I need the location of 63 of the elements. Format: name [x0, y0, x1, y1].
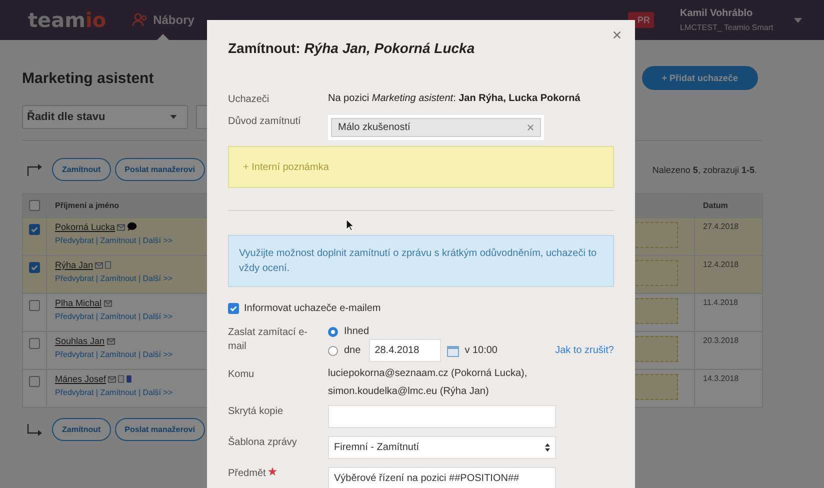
help-link[interactable]: Jak to zrušit?	[555, 345, 614, 356]
candidate-name-link[interactable]: Mánes Josef	[55, 374, 106, 384]
field-label: Skrytá kopie	[228, 405, 284, 419]
field-label: Komu	[228, 368, 256, 382]
caret-icon[interactable]	[794, 18, 802, 22]
nav-tab[interactable]: Nábory	[132, 0, 194, 40]
checkbox-label: Informovat uchazeče e-mailem	[244, 303, 381, 314]
row-checkbox[interactable]	[29, 338, 40, 349]
account-name: LMCTEST_ Teamio Smart	[680, 23, 774, 32]
info-message: Využijte možnost doplnit zamítnutí o zprávu s krátkým odůvodněním, uchazeči to vždy ocení.	[228, 235, 614, 287]
field-label: Šablona zprávy	[228, 436, 298, 450]
row-checkbox[interactable]	[29, 376, 40, 387]
radio-label: Ihned	[344, 326, 370, 337]
date-cell: 11.4.2018	[694, 294, 762, 331]
close-icon[interactable]	[613, 31, 621, 39]
recipient-text: luciepokorna@seznaam.cz (Pokorná Lucka),	[328, 368, 528, 379]
recipient-text: simon.koudelka@lmc.eu (Rýha Jan)	[328, 386, 490, 397]
template-select[interactable]: Firemní - Zamítnutí	[328, 436, 556, 459]
radio-button[interactable]	[328, 346, 338, 356]
remove-icon[interactable]	[527, 124, 534, 131]
bulk-action-button[interactable]: Zamítnout	[52, 418, 111, 441]
row-checkbox[interactable]	[29, 224, 40, 235]
field-label: Důvod zamítnutí	[228, 115, 302, 129]
field-label: Zaslat zamítací e-mail	[228, 326, 308, 354]
sort-arrows-icon	[545, 443, 550, 452]
subject-field[interactable]: Výběrové řízení na pozici ##POSITION##	[328, 467, 556, 488]
page-title: Marketing asistent	[22, 70, 154, 86]
candidates-text: Na pozici Marketing asistent: Jan Rýha, Lucka Pokorná	[328, 93, 580, 104]
people-icon	[132, 12, 148, 28]
add-candidate-button[interactable]: + Přidat uchazeče	[642, 66, 758, 90]
bulk-action-button[interactable]: Poslat manažerovi	[114, 158, 205, 181]
notify-checkbox[interactable]	[228, 303, 239, 314]
arrow-icon	[26, 164, 42, 176]
select-all-checkbox[interactable]	[29, 200, 40, 211]
tag-label: Málo zkušeností	[338, 122, 410, 133]
internal-note-button[interactable]: + Interní poznámka	[228, 146, 614, 188]
candidate-name-link[interactable]: Plha Michal	[55, 298, 102, 308]
date-cell: 14.3.2018	[694, 370, 762, 407]
user-name[interactable]: Kamil Vohráblo	[680, 8, 788, 19]
calendar-icon[interactable]	[446, 344, 459, 356]
bulk-action-button[interactable]: Poslat manažerovi	[114, 418, 205, 441]
logo[interactable]: teamio	[28, 8, 106, 32]
date-field[interactable]: 28.4.2018	[368, 339, 441, 362]
row-checkbox[interactable]	[29, 262, 40, 273]
dialog-title: Zamítnout: Rýha Jan, Pokorná Lucka	[228, 40, 476, 56]
sort-select[interactable]: Řadit dle stavu	[22, 105, 188, 129]
candidate-name-link[interactable]: Rýha Jan	[55, 260, 94, 270]
time-text: v 10:00	[464, 345, 498, 356]
radio-label: dne	[344, 345, 361, 356]
radio-button[interactable]	[328, 326, 338, 336]
date-cell: 12.4.2018	[694, 256, 762, 293]
row-checkbox[interactable]	[29, 300, 40, 311]
candidate-name-link[interactable]: Pokorná Lucka	[55, 222, 116, 232]
field-label: Předmět	[228, 467, 266, 481]
candidate-name-link[interactable]: Souhlas Jan	[55, 336, 105, 346]
mouse-cursor-icon	[346, 219, 354, 231]
arrow-icon	[26, 424, 42, 436]
field-label: Uchazeči	[228, 93, 270, 107]
result-count: Nalezeno 5, zobrazuji 1-5.	[652, 164, 757, 174]
bcc-field[interactable]	[328, 405, 556, 428]
bulk-action-button[interactable]: Zamítnout	[52, 158, 111, 181]
caret-icon	[170, 115, 177, 119]
date-cell: 20.3.2018	[694, 332, 762, 369]
